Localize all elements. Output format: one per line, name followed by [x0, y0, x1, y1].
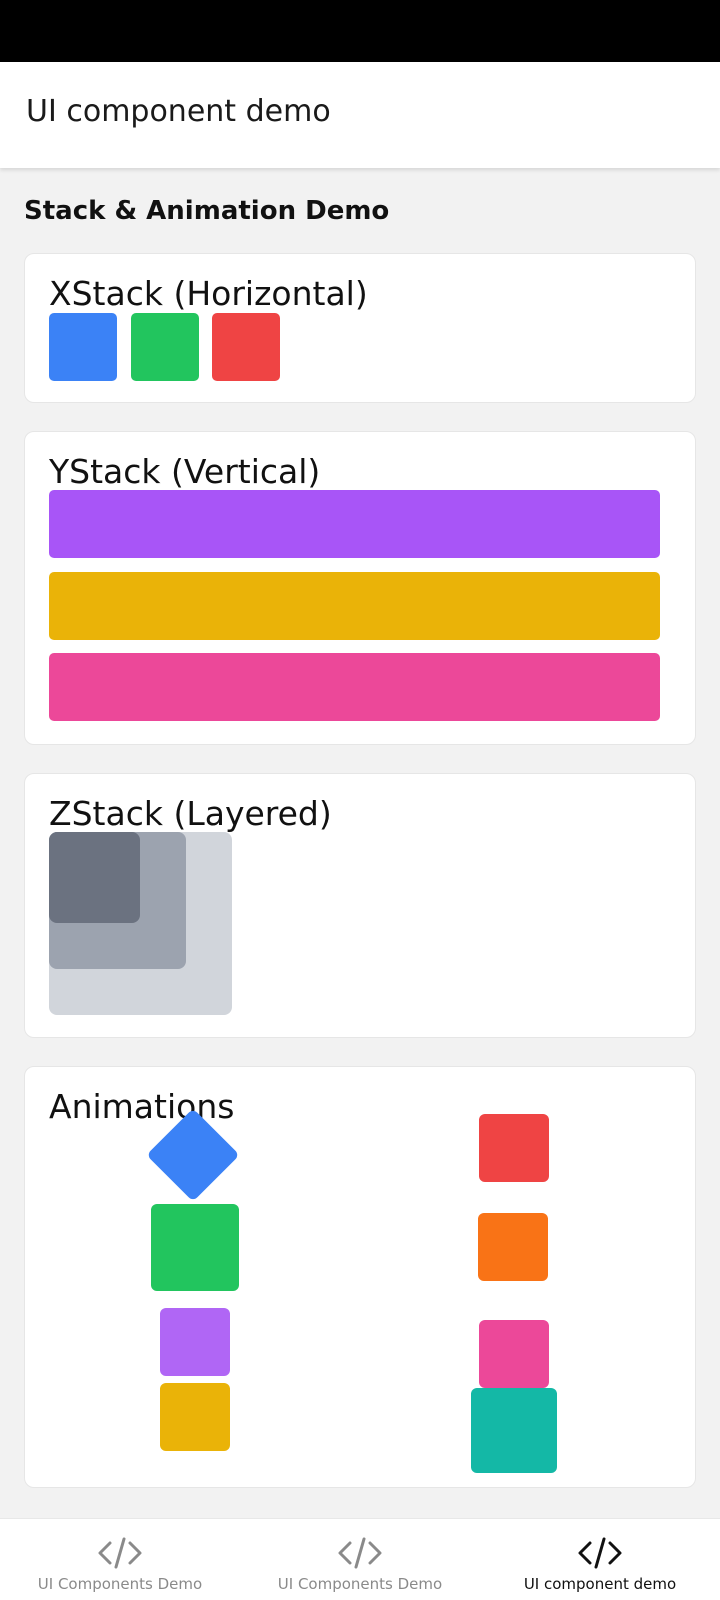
ystack-bar-3: [49, 653, 660, 721]
nav-label: UI Components Demo: [277, 1575, 443, 1593]
code-icon: [338, 1537, 382, 1569]
anim-box-teal: [471, 1388, 557, 1473]
page-title: UI component demo: [26, 94, 331, 129]
anim-slide-box: [160, 1383, 230, 1451]
ystack-bar-2: [49, 572, 660, 640]
xstack-box-1: [49, 313, 117, 381]
anim-box-pink: [479, 1320, 549, 1388]
anim-fade-box: [160, 1308, 230, 1376]
code-icon: [578, 1537, 622, 1569]
animations-card: Animations: [24, 1066, 696, 1488]
animations-title: Animations: [49, 1087, 235, 1126]
nav-label: UI component demo: [523, 1575, 677, 1593]
nav-tab-ui-component-demo[interactable]: UI component demo: [480, 1519, 720, 1600]
app-header: UI component demo: [0, 62, 720, 168]
xstack-box-3: [212, 313, 280, 381]
anim-box-orange: [478, 1213, 548, 1281]
zstack-card: ZStack (Layered): [24, 773, 696, 1038]
scroll-content[interactable]: Stack & Animation Demo XStack (Horizonta…: [0, 168, 720, 1518]
anim-scale-box: [151, 1204, 239, 1291]
status-bar: [0, 0, 720, 62]
zstack-layer-front: [49, 832, 140, 923]
bottom-nav: UI Components Demo UI Components Demo UI…: [0, 1518, 720, 1600]
section-title: Stack & Animation Demo: [24, 196, 390, 226]
nav-tab-ui-components-demo-2[interactable]: UI Components Demo: [240, 1519, 480, 1600]
anim-box-red: [479, 1114, 549, 1182]
nav-label: UI Components Demo: [37, 1575, 203, 1593]
xstack-box-2: [131, 313, 199, 381]
zstack-title: ZStack (Layered): [49, 794, 332, 833]
code-icon: [98, 1537, 142, 1569]
nav-tab-ui-components-demo-1[interactable]: UI Components Demo: [0, 1519, 240, 1600]
xstack-card: XStack (Horizontal): [24, 253, 696, 403]
ystack-card: YStack (Vertical): [24, 431, 696, 745]
ystack-title: YStack (Vertical): [49, 452, 321, 491]
ystack-bar-1: [49, 490, 660, 558]
xstack-title: XStack (Horizontal): [49, 274, 368, 313]
